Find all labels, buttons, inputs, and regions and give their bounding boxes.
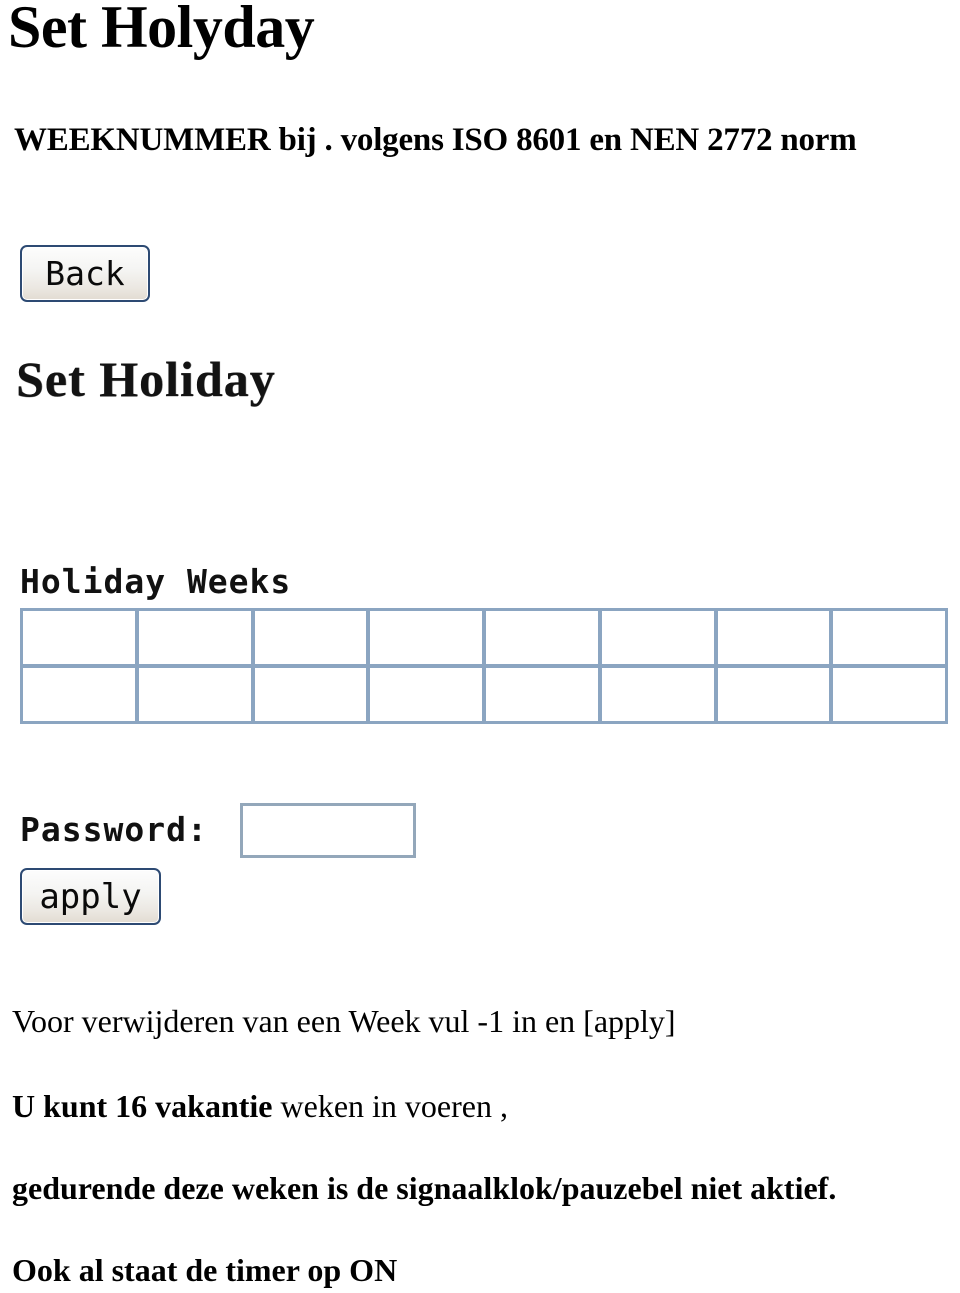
note-timer: Ook al staat de timer op ON [12, 1252, 398, 1288]
password-input[interactable] [240, 803, 416, 858]
password-label: Password: [20, 810, 208, 849]
page-title: Set Holyday [8, 0, 315, 60]
note-capacity-bold: U kunt 16 vakantie [12, 1088, 273, 1124]
document-page: Set Holyday WEEKNUMMER bij . volgens ISO… [0, 0, 960, 1293]
week-input-16[interactable] [833, 668, 945, 721]
embedded-app-screenshot: Back Set Holiday Holiday Weeks Password:… [0, 225, 960, 940]
week-input-12[interactable] [370, 668, 482, 721]
back-button-label: Back [45, 254, 125, 293]
holiday-weeks-grid [20, 608, 948, 724]
apply-button[interactable]: apply [20, 868, 161, 925]
week-input-7[interactable] [717, 611, 830, 664]
holiday-weeks-label: Holiday Weeks [20, 562, 292, 601]
page-subtitle: WEEKNUMMER bij . volgens ISO 8601 en NEN… [14, 122, 857, 158]
back-button[interactable]: Back [20, 245, 150, 302]
week-input-14[interactable] [601, 668, 714, 721]
note-delete-hint: Voor verwijderen van een Week vul -1 in … [12, 1003, 676, 1039]
week-input-13[interactable] [486, 668, 598, 721]
note-capacity-rest: weken in voeren , [272, 1088, 508, 1124]
week-input-15[interactable] [717, 668, 830, 721]
week-input-10[interactable] [138, 668, 251, 721]
week-input-8[interactable] [833, 611, 945, 664]
apply-button-label: apply [39, 876, 142, 917]
week-input-2[interactable] [138, 611, 251, 664]
week-input-4[interactable] [370, 611, 482, 664]
note-inactive: gedurende deze weken is de signaalklok/p… [12, 1170, 837, 1206]
week-input-5[interactable] [486, 611, 598, 664]
week-input-3[interactable] [254, 611, 367, 664]
note-capacity: U kunt 16 vakantie weken in voeren , [12, 1088, 508, 1125]
week-input-1[interactable] [23, 611, 135, 664]
week-input-9[interactable] [23, 668, 135, 721]
screen-heading: Set Holiday [16, 351, 276, 407]
week-input-6[interactable] [601, 611, 714, 664]
week-input-11[interactable] [254, 668, 367, 721]
